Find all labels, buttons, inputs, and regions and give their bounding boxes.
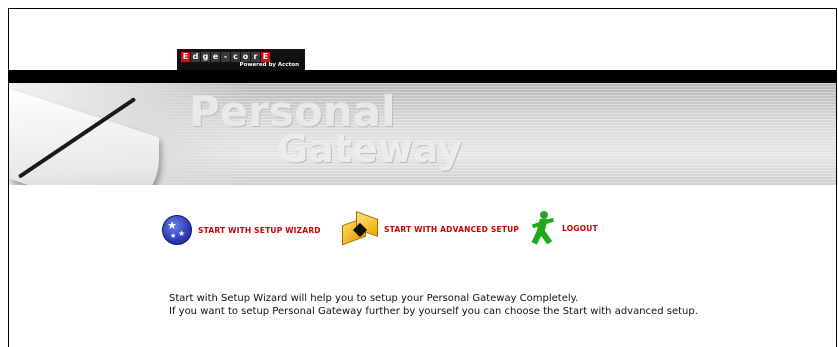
advanced-setup-label: Start with Advanced Setup (384, 224, 520, 234)
logo-letter: E (181, 52, 190, 62)
description-line-2: If you want to setup Personal Gateway fu… (169, 306, 698, 317)
top-bar (9, 70, 836, 83)
logo-letter: c (231, 52, 240, 62)
logout-link[interactable]: Logout (530, 211, 598, 245)
globe-star-icon: ★ ★ ★ (162, 215, 192, 245)
banner-title-line2: Gateway (277, 127, 463, 171)
logo-letters: E d g e - c o r E (181, 52, 270, 62)
main-nav: ★ ★ ★ Start with Setup Wizard Start with… (9, 210, 836, 255)
intro-description: Start with Setup Wizard will help you to… (169, 292, 729, 318)
setup-wizard-link[interactable]: ★ ★ ★ Start with Setup Wizard (162, 215, 321, 245)
page-frame: E d g e - c o r E Powered by Accton Pers… (8, 8, 837, 347)
puzzle-icon (342, 210, 378, 246)
logo-letter: d (191, 52, 200, 62)
logo-tagline: Powered by Accton (239, 62, 299, 68)
logo-letter: - (221, 52, 230, 62)
setup-wizard-label: Start with Setup Wizard (198, 225, 321, 235)
logo-letter: r (251, 52, 260, 62)
logout-label: Logout (562, 223, 598, 233)
logo-letter: g (201, 52, 210, 62)
brand-logo: E d g e - c o r E Powered by Accton (177, 49, 305, 71)
logo-letter: e (211, 52, 220, 62)
advanced-setup-link[interactable]: Start with Advanced Setup (342, 210, 520, 246)
description-line-1: Start with Setup Wizard will help you to… (169, 293, 579, 304)
logo-letter: E (261, 52, 270, 62)
running-man-icon (530, 211, 556, 245)
logo-letter: o (241, 52, 250, 62)
header-banner: Personal Gateway (9, 83, 836, 185)
